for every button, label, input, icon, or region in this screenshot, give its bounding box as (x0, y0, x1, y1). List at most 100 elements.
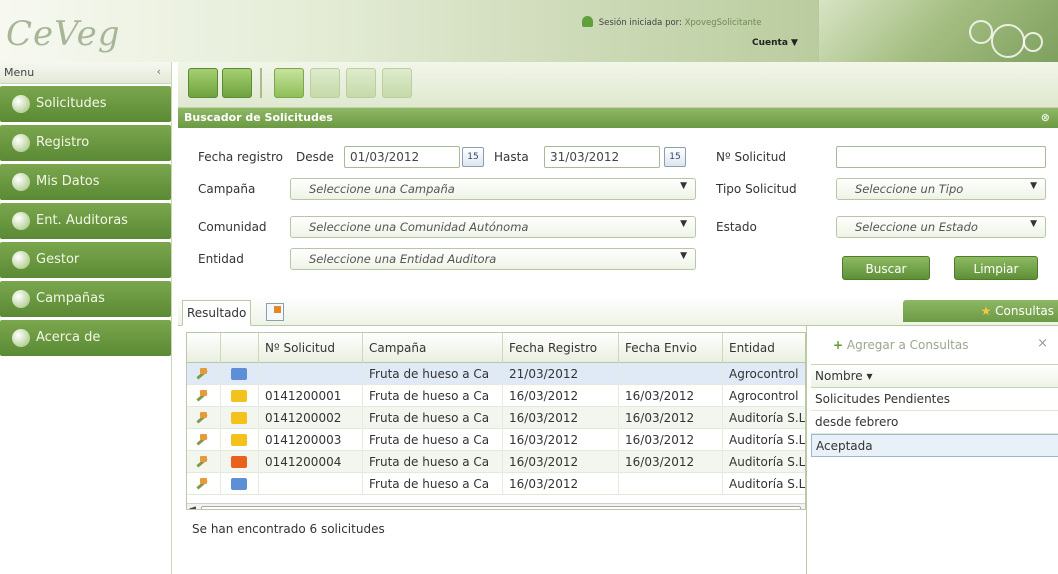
consulta-item-selected[interactable]: Aceptada (811, 434, 1058, 457)
table-row[interactable]: 0141200004 Fruta de hueso a Ca 16/03/2012 1… (187, 451, 805, 473)
sidebar-collapse-button[interactable]: ‹ (157, 65, 161, 78)
row-flag-cell[interactable] (187, 429, 221, 451)
row-status-cell (221, 407, 259, 429)
cell-entidad: Agrocontrol (723, 385, 805, 407)
add-consulta-button[interactable]: + Agregar a Consultas (833, 338, 968, 352)
sidebar-item-ent-auditoras[interactable]: Ent. Auditoras (0, 203, 171, 239)
row-flag-cell[interactable] (187, 363, 221, 385)
bubble-decoration (969, 20, 993, 44)
comunidad-select[interactable]: Seleccione una Comunidad Autónoma ▼ (290, 216, 696, 238)
cell-fecha-registro: 16/03/2012 (503, 429, 619, 451)
col-header-fecha-envio[interactable]: Fecha Envio (619, 333, 723, 363)
sidebar-item-registro[interactable]: Registro (0, 125, 171, 161)
estado-select-value: Seleccione un Estado (855, 220, 978, 234)
col-header-campana[interactable]: Campaña (363, 333, 503, 363)
search-icon[interactable] (274, 68, 304, 98)
consultas-panel: + Agregar a Consultas × Nombre ▾ Solicit… (806, 326, 1058, 574)
row-flag-cell[interactable] (187, 473, 221, 495)
edit-icon[interactable] (346, 68, 376, 98)
results-count: Se han encontrado 6 solicitudes (192, 522, 385, 536)
col-header-entidad[interactable]: Entidad (723, 333, 805, 363)
fecha-registro-label: Fecha registro (198, 150, 283, 164)
nsolicitud-field[interactable] (836, 146, 1046, 168)
table-row[interactable]: Fruta de hueso a Ca 21/03/2012 Agrocontrol (187, 363, 805, 385)
tab-resultado[interactable]: Resultado (182, 300, 252, 326)
document-icon[interactable] (188, 68, 218, 98)
entidad-label: Entidad (198, 252, 244, 266)
sidebar-item-mis-datos[interactable]: Mis Datos (0, 164, 171, 200)
tab-consultas[interactable]: ★ Consultas (903, 300, 1058, 322)
estado-select[interactable]: Seleccione un Estado ▼ (836, 216, 1046, 238)
entidad-select[interactable]: Seleccione una Entidad Auditora ▼ (290, 248, 696, 270)
cell-entidad: Auditoría S.L (723, 451, 805, 473)
flag-icon (195, 389, 209, 403)
star-icon: ★ (980, 304, 992, 318)
cell-numero (259, 473, 363, 495)
campana-select[interactable]: Seleccione una Campaña ▼ (290, 178, 696, 200)
sidebar-item-acerca-de[interactable]: Acerca de (0, 320, 171, 356)
sidebar-item-campanas[interactable]: Campañas (0, 281, 171, 317)
forward-icon[interactable] (310, 68, 340, 98)
globe-icon (12, 290, 30, 308)
chevron-down-icon: ▼ (1030, 181, 1037, 191)
delete-icon[interactable] (382, 68, 412, 98)
chart-icon[interactable] (222, 68, 252, 98)
account-menu[interactable]: Cuenta ▼ (752, 38, 798, 48)
table-row[interactable]: Fruta de hueso a Ca 16/03/2012 Auditoría S… (187, 473, 805, 495)
cell-numero: 0141200003 (259, 429, 363, 451)
chevron-down-icon: ▼ (680, 219, 687, 229)
chevron-down-icon: ▼ (680, 251, 687, 261)
export-icon[interactable] (266, 303, 284, 321)
sidebar-item-gestor[interactable]: Gestor (0, 242, 171, 278)
row-flag-cell[interactable] (187, 407, 221, 429)
flag-icon (195, 411, 209, 425)
campana-select-value: Seleccione una Campaña (309, 182, 455, 196)
header-decoration (818, 0, 1058, 62)
cell-fecha-registro: 16/03/2012 (503, 451, 619, 473)
globe-icon (12, 134, 30, 152)
hasta-label: Hasta (494, 150, 529, 164)
calendar-icon[interactable]: 15 (664, 147, 686, 167)
calendar-icon[interactable]: 15 (462, 147, 484, 167)
session-label: Sesión iniciada por: (598, 18, 682, 28)
scroll-left-icon[interactable]: ◄ (189, 504, 196, 509)
row-flag-cell[interactable] (187, 385, 221, 407)
app-header: CeVeg Sesión iniciada por: XpovegSolicit… (0, 0, 1058, 62)
cell-fecha-envio: 16/03/2012 (619, 429, 723, 451)
folder-icon (231, 412, 247, 424)
grid-header: Nº Solicitud Campaña Fecha Registro Fech… (187, 333, 805, 363)
table-row[interactable]: 0141200002 Fruta de hueso a Ca 16/03/2012 1… (187, 407, 805, 429)
campana-label: Campaña (198, 182, 256, 196)
flag-icon (195, 455, 209, 469)
cell-fecha-envio: 16/03/2012 (619, 385, 723, 407)
chevron-down-icon: ▼ (680, 181, 687, 191)
comunidad-select-value: Seleccione una Comunidad Autónoma (309, 220, 529, 234)
buscar-button[interactable]: Buscar (842, 256, 930, 280)
session-info: Sesión iniciada por: XpovegSolicitante (582, 16, 762, 28)
row-flag-cell[interactable] (187, 451, 221, 473)
col-header-fecha-registro[interactable]: Fecha Registro (503, 333, 619, 363)
globe-icon (12, 95, 30, 113)
cell-fecha-envio: 16/03/2012 (619, 451, 723, 473)
tipo-select[interactable]: Seleccione un Tipo ▼ (836, 178, 1046, 200)
collapse-icon[interactable]: ⊗ (1041, 111, 1050, 124)
scrollbar-thumb[interactable] (201, 506, 801, 509)
hasta-date-field[interactable]: 31/03/2012 (544, 146, 660, 168)
toolbar (178, 62, 1058, 108)
table-row[interactable]: 0141200003 Fruta de hueso a Ca 16/03/2012 1… (187, 429, 805, 451)
consulta-item[interactable]: Solicitudes Pendientes (811, 388, 1058, 411)
sidebar-item-solicitudes[interactable]: Solicitudes (0, 86, 171, 122)
close-icon[interactable]: × (1037, 336, 1048, 351)
cell-fecha-registro: 16/03/2012 (503, 473, 619, 495)
row-status-cell (221, 385, 259, 407)
horizontal-scrollbar[interactable]: ◄ (187, 503, 805, 509)
tipo-solicitud-label: Tipo Solicitud (716, 182, 797, 196)
sidebar-item-label: Acerca de (36, 330, 101, 345)
table-row[interactable]: 0141200001 Fruta de hueso a Ca 16/03/2012 1… (187, 385, 805, 407)
consultas-column-header[interactable]: Nombre ▾ (811, 364, 1058, 388)
consulta-item[interactable]: desde febrero (811, 411, 1058, 434)
limpiar-button[interactable]: Limpiar (954, 256, 1038, 280)
col-header-numero[interactable]: Nº Solicitud (259, 333, 363, 363)
row-status-cell (221, 363, 259, 385)
desde-date-field[interactable]: 01/03/2012 (344, 146, 460, 168)
